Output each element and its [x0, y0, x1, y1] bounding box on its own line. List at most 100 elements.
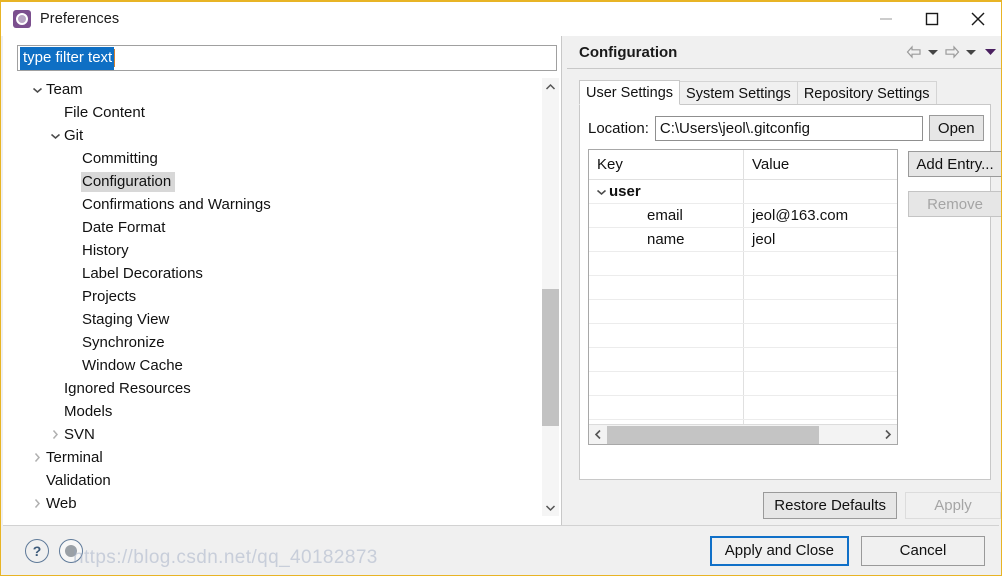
forward-chevron-down-icon[interactable]	[962, 41, 980, 63]
right-pane: Configuration User Settings System Setti…	[567, 36, 1001, 525]
tree-item-window-cache[interactable]: Window Cache	[17, 354, 557, 377]
tree-item-history[interactable]: History	[17, 239, 557, 262]
maximize-button[interactable]	[909, 3, 955, 35]
cell-key	[589, 252, 744, 275]
table-body: user email jeol@163.com name jeol	[589, 180, 897, 444]
cell-value: jeol	[752, 231, 776, 248]
location-label: Location:	[588, 119, 649, 137]
back-arrow-icon[interactable]	[905, 41, 923, 63]
column-header-key[interactable]: Key	[589, 150, 744, 179]
page-button-bar: Restore Defaults Apply	[567, 491, 1001, 519]
scroll-down-button[interactable]	[542, 499, 559, 516]
tab-repository-settings[interactable]: Repository Settings	[796, 81, 937, 105]
table-row[interactable]	[589, 276, 897, 300]
page-header: Configuration	[567, 36, 1001, 69]
chevron-down-icon[interactable]	[47, 132, 63, 140]
close-button[interactable]	[955, 3, 1001, 35]
tree-item-label: File Content	[64, 103, 145, 121]
tree-item-date-format[interactable]: Date Format	[17, 216, 557, 239]
tree-item-svn[interactable]: SVN	[17, 423, 557, 446]
scroll-right-button[interactable]	[879, 426, 897, 444]
tree-item-terminal[interactable]: Terminal	[17, 446, 557, 469]
filter-input[interactable]: type filter text	[17, 45, 557, 71]
table-row[interactable]	[589, 252, 897, 276]
table-row[interactable]	[589, 300, 897, 324]
cell-key: email	[589, 204, 744, 227]
apply-and-close-button[interactable]: Apply and Close	[709, 535, 849, 566]
table-header: Key Value	[589, 150, 897, 180]
scroll-left-button[interactable]	[589, 426, 607, 444]
chevron-right-icon[interactable]	[29, 452, 45, 463]
location-row: Location: C:\Users\jeol\.gitconfig Open	[588, 115, 984, 141]
chevron-right-icon[interactable]	[29, 498, 45, 509]
tree-item-ignored-resources[interactable]: Ignored Resources	[17, 377, 557, 400]
tree-item-staging-view[interactable]: Staging View	[17, 308, 557, 331]
tree-item-web[interactable]: Web	[17, 492, 557, 515]
table-row[interactable]	[589, 396, 897, 420]
cell-key-label: user	[609, 183, 641, 200]
tab-body: Location: C:\Users\jeol\.gitconfig Open …	[579, 104, 1001, 480]
tree-item-label: Staging View	[82, 310, 170, 328]
window-title: Preferences	[40, 11, 120, 27]
cell-value	[744, 180, 897, 203]
tree-item-label: Web	[46, 494, 77, 512]
location-input[interactable]: C:\Users\jeol\.gitconfig	[654, 115, 923, 141]
tree-item-configuration[interactable]: Configuration	[17, 170, 557, 193]
tree-item-label: Ignored Resources	[64, 379, 191, 397]
pane-sash[interactable]	[561, 36, 563, 525]
config-table[interactable]: Key Value user email jeol@163.com name jeol	[588, 149, 898, 445]
forward-arrow-icon[interactable]	[943, 41, 961, 63]
shell-circle-icon[interactable]	[59, 538, 83, 563]
table-row[interactable]: user	[589, 180, 897, 204]
open-button[interactable]: Open	[928, 115, 984, 141]
apply-button[interactable]: Apply	[905, 491, 1001, 519]
table-row[interactable]: name jeol	[589, 228, 897, 252]
tree-item-models[interactable]: Models	[17, 400, 557, 423]
table-row[interactable]	[589, 348, 897, 372]
hscroll-track[interactable]	[607, 425, 879, 444]
cell-key-label: email	[647, 207, 683, 224]
preferences-tree[interactable]: Team File Content Git Committing Configurati…	[17, 78, 557, 516]
tree-item-label: Date Format	[82, 218, 166, 236]
chevron-down-icon[interactable]	[593, 188, 609, 196]
tree-item-file-content[interactable]: File Content	[17, 101, 557, 124]
chevron-right-icon[interactable]	[47, 429, 63, 440]
tree-item-committing[interactable]: Committing	[17, 147, 557, 170]
restore-defaults-button[interactable]: Restore Defaults	[763, 491, 897, 519]
tree-item-label: Confirmations and Warnings	[82, 195, 271, 213]
tree-item-label-decorations[interactable]: Label Decorations	[17, 262, 557, 285]
tree-item-label: History	[82, 241, 129, 259]
tree-item-projects[interactable]: Projects	[17, 285, 557, 308]
remove-button[interactable]: Remove	[908, 191, 1001, 217]
tree-vertical-scrollbar[interactable]	[542, 78, 559, 516]
tree-item-confirmations-and-warnings[interactable]: Confirmations and Warnings	[17, 193, 557, 216]
add-entry-button[interactable]: Add Entry...	[908, 151, 1001, 177]
tree-item-synchronize[interactable]: Synchronize	[17, 331, 557, 354]
cell-value: jeol@163.com	[752, 207, 849, 224]
scroll-up-button[interactable]	[542, 78, 559, 95]
left-pane: type filter text Team File Content Git Comm…	[3, 36, 561, 525]
back-chevron-down-icon[interactable]	[924, 41, 942, 63]
tree-item-label: Label Decorations	[82, 264, 203, 282]
tree-item-validation[interactable]: Validation	[17, 469, 557, 492]
text-caret	[114, 49, 116, 67]
tree-item-team[interactable]: Team	[17, 78, 557, 101]
help-question-icon[interactable]: ?	[25, 538, 49, 563]
table-row[interactable]: email jeol@163.com	[589, 204, 897, 228]
view-menu-chevron-down-icon[interactable]	[981, 41, 999, 63]
tree-item-git[interactable]: Git	[17, 124, 557, 147]
tree-scrollbar-thumb[interactable]	[542, 288, 559, 427]
tab-system-settings[interactable]: System Settings	[679, 81, 798, 105]
cancel-button[interactable]: Cancel	[861, 535, 985, 566]
table-horizontal-scrollbar[interactable]	[589, 424, 897, 444]
tab-strip: User Settings System Settings Repository S…	[579, 80, 991, 105]
minimize-button[interactable]	[863, 3, 909, 35]
chevron-down-icon[interactable]	[29, 86, 45, 94]
hscroll-thumb[interactable]	[607, 425, 820, 444]
tab-label: Repository Settings	[803, 85, 930, 102]
tab-user-settings[interactable]: User Settings	[579, 80, 681, 105]
table-row[interactable]	[589, 324, 897, 348]
column-header-value[interactable]: Value	[744, 150, 897, 179]
tab-label: System Settings	[686, 85, 791, 102]
table-row[interactable]	[589, 372, 897, 396]
